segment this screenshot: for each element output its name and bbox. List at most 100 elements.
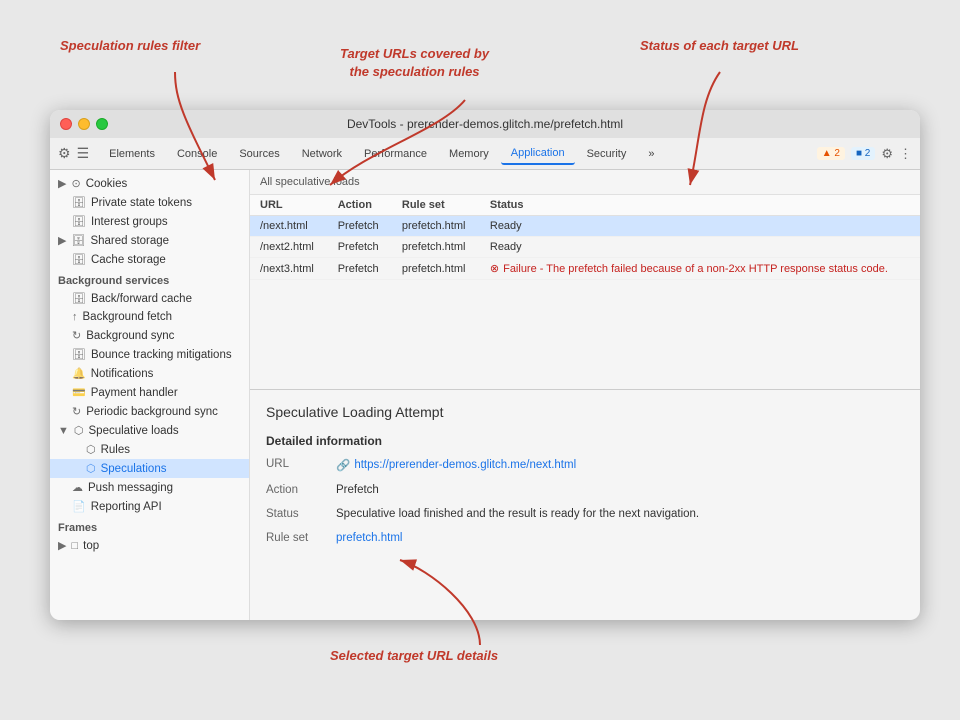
sidebar-item-top[interactable]: ▶ □ top	[50, 536, 249, 555]
browser-window: DevTools - prerender-demos.glitch.me/pre…	[50, 110, 920, 620]
bell-icon: 🔔	[72, 367, 86, 380]
speculations-icon: ⬡	[86, 462, 96, 475]
tab-more[interactable]: »	[638, 144, 664, 164]
annotation-selected-url-details: Selected target URL details	[330, 648, 498, 663]
annotation-target-urls: Target URLs covered bythe speculation ru…	[340, 45, 489, 81]
tab-network[interactable]: Network	[292, 144, 352, 164]
sidebar-item-cookies[interactable]: ▶ ⊙ Cookies	[50, 174, 249, 193]
bf-cache-icon: 🗄	[72, 292, 86, 305]
payment-icon: 💳	[72, 386, 86, 399]
expand-spec-icon: ▼	[58, 425, 69, 437]
url-label: URL	[266, 458, 336, 470]
cell-status: Ready	[480, 237, 920, 258]
sidebar-item-private-state-tokens[interactable]: 🗄 Private state tokens	[50, 193, 249, 212]
link-icon: 🔗	[336, 458, 350, 472]
rule-set-label: Rule set	[266, 532, 336, 544]
cell-ruleset: prefetch.html	[392, 237, 480, 258]
sync-icon: ↻	[72, 329, 81, 342]
col-action: Action	[328, 195, 392, 216]
detail-url-row: URL 🔗 https://prerender-demos.glitch.me/…	[266, 458, 904, 472]
cell-action: Prefetch	[328, 237, 392, 258]
sidebar-item-payment-handler[interactable]: 💳 Payment handler	[50, 383, 249, 402]
sidebar-item-push-messaging[interactable]: ☁ Push messaging	[50, 478, 249, 497]
triangle-icon: ▶	[58, 177, 66, 190]
settings-icon[interactable]: ⚙	[881, 146, 893, 162]
sidebar-item-back-forward-cache[interactable]: 🗄 Back/forward cache	[50, 289, 249, 308]
tab-application[interactable]: Application	[501, 143, 575, 165]
sidebar-item-speculative-loads[interactable]: ▼ ⬡ Speculative loads	[50, 421, 249, 440]
table-row[interactable]: /next2.html Prefetch prefetch.html Ready	[250, 237, 920, 258]
frame-icon: □	[71, 540, 78, 552]
rule-set-value: prefetch.html	[336, 532, 402, 544]
cell-url: /next.html	[250, 216, 328, 237]
more-options-icon[interactable]: ⋮	[899, 146, 912, 162]
sidebar-item-reporting-api[interactable]: 📄 Reporting API	[50, 497, 249, 516]
minimize-button[interactable]	[78, 118, 90, 130]
right-panel: All speculative loads URL Action Rule se…	[250, 170, 920, 620]
maximize-button[interactable]	[96, 118, 108, 130]
rules-icon: ⬡	[86, 443, 96, 456]
sidebar-item-background-fetch[interactable]: ↑ Background fetch	[50, 308, 249, 326]
col-ruleset: Rule set	[392, 195, 480, 216]
sidebar: ▶ ⊙ Cookies 🗄 Private state tokens 🗄 Int…	[50, 170, 250, 620]
tab-console[interactable]: Console	[167, 144, 227, 164]
status-value: Speculative load finished and the result…	[336, 508, 699, 520]
db-icon: 🗄	[72, 196, 86, 209]
table-row[interactable]: /next.html Prefetch prefetch.html Ready	[250, 216, 920, 237]
cookies-icon: ⊙	[71, 177, 80, 190]
ruleset-link[interactable]: prefetch.html	[336, 532, 402, 544]
warning-badge: ▲ 2	[817, 147, 845, 160]
fetch-icon: ↑	[72, 311, 78, 323]
bounce-icon: 🗄	[72, 348, 86, 361]
detail-ruleset-row: Rule set prefetch.html	[266, 532, 904, 544]
detail-action-row: Action Prefetch	[266, 484, 904, 496]
frames-label: Frames	[50, 516, 249, 536]
report-icon: 📄	[72, 500, 86, 513]
sidebar-item-periodic-bg-sync[interactable]: ↻ Periodic background sync	[50, 402, 249, 421]
inspect-icon: ☰	[77, 145, 90, 162]
cell-ruleset: prefetch.html	[392, 216, 480, 237]
speculative-loads-table: URL Action Rule set Status /next.html Pr…	[250, 195, 920, 280]
shared-storage-icon: 🗄	[71, 234, 85, 247]
push-icon: ☁	[72, 481, 83, 494]
col-url: URL	[250, 195, 328, 216]
detail-status-row: Status Speculative load finished and the…	[266, 508, 904, 520]
sidebar-item-bounce-tracking[interactable]: 🗄 Bounce tracking mitigations	[50, 345, 249, 364]
expand-icon: ▶	[58, 234, 66, 247]
url-link[interactable]: 🔗 https://prerender-demos.glitch.me/next…	[336, 458, 576, 472]
cache-icon: 🗄	[72, 253, 86, 266]
sidebar-item-background-sync[interactable]: ↻ Background sync	[50, 326, 249, 345]
sidebar-item-notifications[interactable]: 🔔 Notifications	[50, 364, 249, 383]
cell-url: /next2.html	[250, 237, 328, 258]
main-content: ▶ ⊙ Cookies 🗄 Private state tokens 🗄 Int…	[50, 170, 920, 620]
periodic-icon: ↻	[72, 405, 81, 418]
detail-section-title: Detailed information	[266, 434, 904, 448]
sidebar-item-shared-storage[interactable]: ▶ 🗄 Shared storage	[50, 231, 249, 250]
cell-status: Ready	[480, 216, 920, 237]
status-label: Status	[266, 508, 336, 520]
window-title: DevTools - prerender-demos.glitch.me/pre…	[347, 117, 623, 131]
sidebar-item-speculations[interactable]: ⬡ Speculations	[50, 459, 249, 478]
close-button[interactable]	[60, 118, 72, 130]
info-badge: ■ 2	[851, 147, 875, 160]
tab-memory[interactable]: Memory	[439, 144, 499, 164]
spec-loads-icon: ⬡	[74, 424, 84, 437]
tab-elements[interactable]: Elements	[99, 144, 165, 164]
cell-ruleset: prefetch.html	[392, 258, 480, 280]
cell-action: Prefetch	[328, 258, 392, 280]
tab-security[interactable]: Security	[577, 144, 637, 164]
table-row[interactable]: /next3.html Prefetch prefetch.html ⊗ Fai…	[250, 258, 920, 280]
sidebar-item-cache-storage[interactable]: 🗄 Cache storage	[50, 250, 249, 269]
annotation-status: Status of each target URL	[640, 38, 799, 53]
interest-icon: 🗄	[72, 215, 86, 228]
tab-sources[interactable]: Sources	[229, 144, 289, 164]
cell-action: Prefetch	[328, 216, 392, 237]
detail-panel: Speculative Loading Attempt Detailed inf…	[250, 390, 920, 620]
title-bar: DevTools - prerender-demos.glitch.me/pre…	[50, 110, 920, 138]
sidebar-item-rules[interactable]: ⬡ Rules	[50, 440, 249, 459]
error-status: ⊗ Failure - The prefetch failed because …	[490, 262, 910, 275]
tab-performance[interactable]: Performance	[354, 144, 437, 164]
sidebar-item-interest-groups[interactable]: 🗄 Interest groups	[50, 212, 249, 231]
error-icon: ⊗	[490, 262, 499, 275]
action-value: Prefetch	[336, 484, 379, 496]
